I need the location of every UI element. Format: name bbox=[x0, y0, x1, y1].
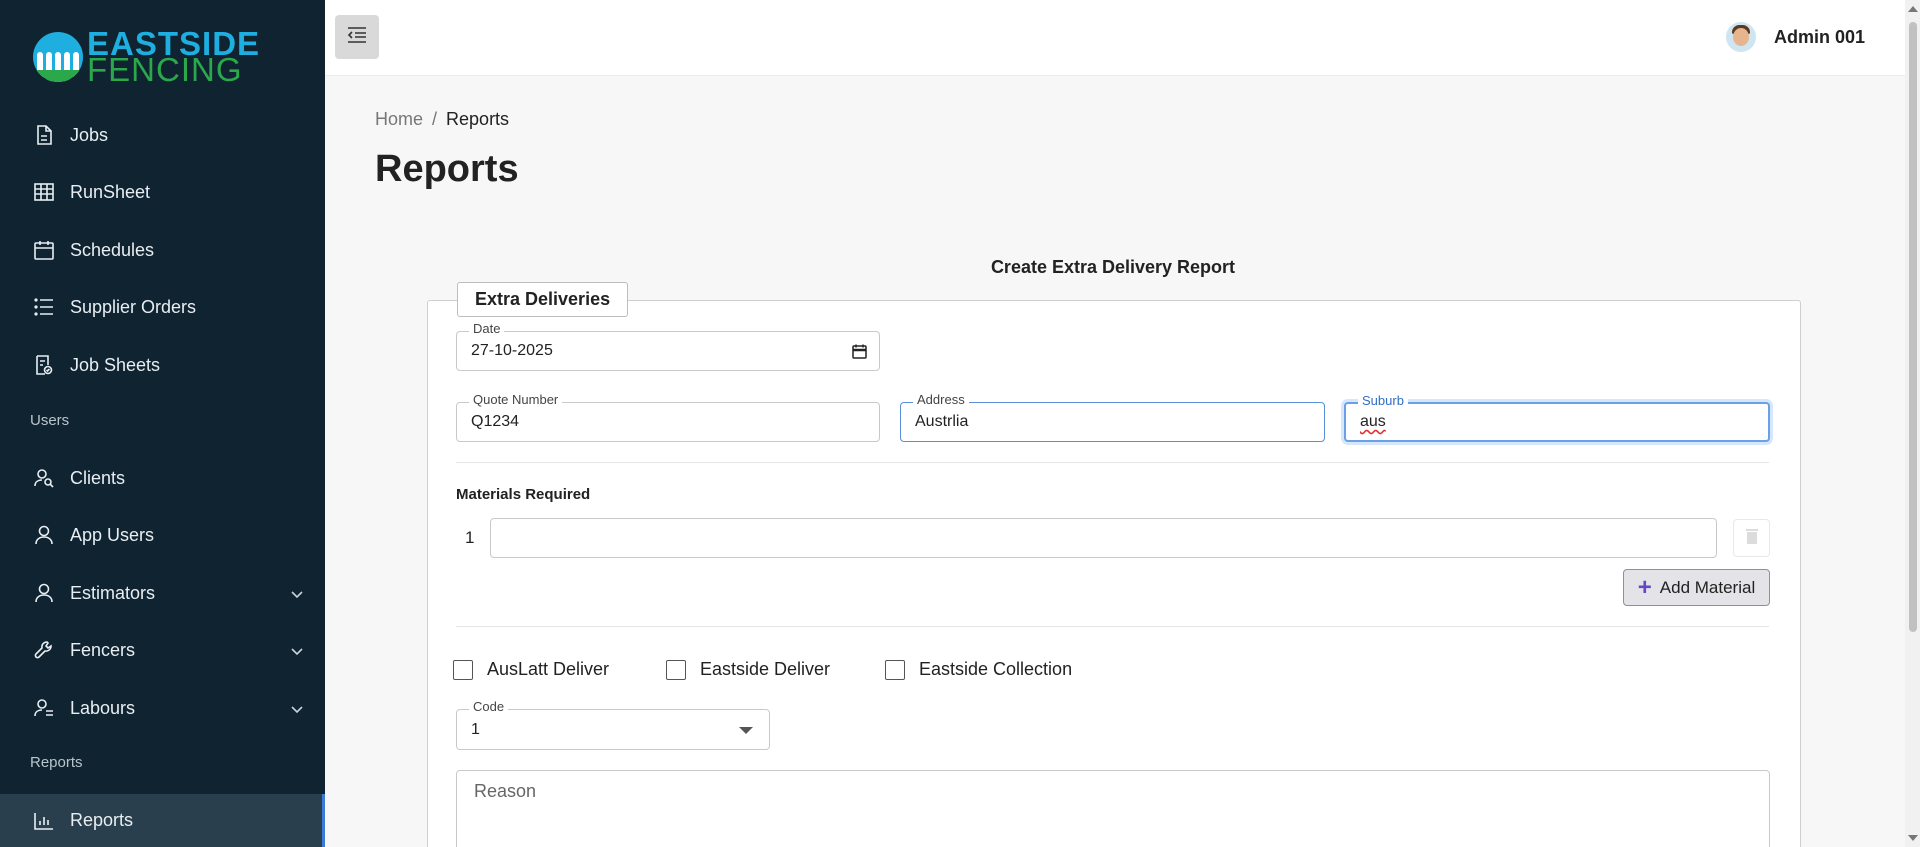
quote-number-label: Quote Number bbox=[469, 392, 563, 407]
user-menu[interactable]: Admin 001 bbox=[1725, 22, 1865, 52]
suburb-value: aus bbox=[1360, 413, 1386, 430]
divider bbox=[456, 626, 1769, 627]
address-value: Austrlia bbox=[915, 413, 969, 430]
trash-icon bbox=[1745, 528, 1758, 549]
calendar-icon bbox=[34, 240, 54, 260]
brand-line-2: FENCING bbox=[87, 51, 243, 88]
fence-logo-icon bbox=[33, 32, 83, 82]
section-reports-heading: Reports bbox=[30, 754, 83, 771]
sidebar-item-supplier-orders[interactable]: Supplier Orders bbox=[0, 281, 325, 333]
extra-deliveries-fieldset bbox=[427, 300, 1801, 847]
sidebar-item-clients[interactable]: Clients bbox=[0, 452, 325, 504]
sidebar-toggle-button[interactable] bbox=[335, 15, 379, 59]
auslatt-deliver-checkbox[interactable]: AusLatt Deliver bbox=[453, 659, 609, 680]
plus-icon: + bbox=[1637, 573, 1652, 601]
clients-icon bbox=[34, 468, 54, 488]
breadcrumb-separator: / bbox=[432, 109, 438, 129]
breadcrumb-home-link[interactable]: Home bbox=[375, 109, 423, 129]
suburb-field[interactable]: Suburb aus bbox=[1344, 393, 1770, 442]
sidebar-item-label: Supplier Orders bbox=[70, 296, 197, 317]
sidebar-item-fencers[interactable]: Fencers bbox=[0, 624, 325, 676]
sidebar-item-label: RunSheet bbox=[70, 181, 151, 202]
fieldset-legend: Extra Deliveries bbox=[457, 282, 629, 317]
date-label: Date bbox=[469, 321, 505, 336]
form-title: Create Extra Delivery Report bbox=[990, 257, 1236, 277]
sidebar-item-app-users[interactable]: App Users bbox=[0, 509, 325, 561]
checkbox-label: AusLatt Deliver bbox=[487, 659, 610, 679]
chevron-down-icon bbox=[291, 640, 303, 661]
reason-placeholder: Reason bbox=[474, 781, 537, 801]
caret-down-icon bbox=[739, 727, 753, 734]
section-users-heading: Users bbox=[30, 412, 70, 429]
grid-icon bbox=[34, 182, 54, 202]
quote-number-field[interactable]: Quote Number Q1234 bbox=[456, 392, 880, 442]
brand-logo[interactable]: EASTSIDE FENCING bbox=[33, 27, 260, 88]
date-field[interactable]: Date 27-10-2025 bbox=[456, 321, 880, 371]
document-icon bbox=[34, 125, 54, 145]
checkbox-label: Eastside Collection bbox=[919, 659, 1073, 679]
checkbox-box[interactable] bbox=[453, 659, 473, 680]
sidebar-item-label: Labours bbox=[70, 697, 136, 718]
code-value: 1 bbox=[471, 720, 480, 738]
sidebar-item-schedules[interactable]: Schedules bbox=[0, 224, 325, 276]
quote-number-value: Q1234 bbox=[471, 413, 520, 430]
sidebar-item-jobs[interactable]: Jobs bbox=[0, 109, 325, 161]
bar-chart-icon bbox=[34, 811, 54, 831]
sidebar-item-label: Fencers bbox=[70, 639, 136, 660]
breadcrumb: Home / Reports bbox=[375, 109, 509, 130]
sidebar-item-label: Jobs bbox=[70, 124, 109, 145]
delete-material-button[interactable] bbox=[1733, 519, 1770, 557]
checkbox-box[interactable] bbox=[666, 659, 686, 680]
checkbox-label: Eastside Deliver bbox=[700, 659, 831, 679]
eastside-deliver-checkbox[interactable]: Eastside Deliver bbox=[666, 659, 830, 680]
sidebar-item-runsheet[interactable]: RunSheet bbox=[0, 166, 325, 218]
suburb-label: Suburb bbox=[1358, 393, 1408, 408]
sidebar-item-reports[interactable]: Reports bbox=[0, 794, 325, 847]
checkbox-box[interactable] bbox=[885, 659, 905, 680]
sidebar-item-label: Schedules bbox=[70, 239, 155, 260]
reason-textarea[interactable]: Reason bbox=[456, 770, 1770, 847]
code-label: Code bbox=[469, 699, 509, 714]
user-icon bbox=[34, 583, 54, 603]
sidebar-item-label: Estimators bbox=[70, 582, 156, 603]
page-scrollbar[interactable] bbox=[1905, 0, 1920, 847]
chevron-down-icon bbox=[291, 583, 303, 604]
sidebar-item-job-sheets[interactable]: Job Sheets bbox=[0, 339, 325, 391]
wrench-icon bbox=[34, 640, 54, 660]
material-input[interactable] bbox=[490, 518, 1717, 558]
avatar bbox=[1725, 22, 1756, 52]
user-name: Admin 001 bbox=[1773, 26, 1865, 47]
chevron-down-icon bbox=[291, 698, 303, 719]
divider bbox=[456, 462, 1769, 463]
sidebar-item-estimators[interactable]: Estimators bbox=[0, 567, 325, 619]
sidebar-item-label: Clients bbox=[70, 467, 126, 488]
add-material-label: Add Material bbox=[1659, 577, 1756, 597]
add-material-button[interactable]: + Add Material bbox=[1623, 569, 1770, 606]
menu-collapse-icon bbox=[347, 26, 367, 48]
job-sheet-icon bbox=[34, 355, 54, 375]
list-icon bbox=[34, 297, 54, 317]
date-value: 27-10-2025 bbox=[471, 342, 553, 359]
sidebar-item-label: Reports bbox=[70, 810, 134, 830]
sidebar-item-labours[interactable]: Labours bbox=[0, 682, 325, 734]
sidebar-item-label: Job Sheets bbox=[70, 354, 161, 375]
code-select[interactable]: Code 1 bbox=[456, 699, 770, 750]
labour-icon bbox=[34, 698, 54, 718]
address-field[interactable]: Address Austrlia bbox=[900, 392, 1325, 442]
calendar-icon[interactable] bbox=[852, 344, 867, 364]
sidebar: EASTSIDE FENCING Jobs RunSheet Schedules… bbox=[0, 0, 325, 847]
materials-label: Materials Required bbox=[456, 486, 591, 503]
user-icon bbox=[34, 525, 54, 545]
sidebar-item-label: App Users bbox=[70, 524, 155, 545]
material-row-number: 1 bbox=[465, 528, 475, 547]
eastside-collection-checkbox[interactable]: Eastside Collection bbox=[885, 659, 1072, 680]
address-label: Address bbox=[913, 392, 969, 407]
page-title: Reports bbox=[375, 148, 519, 190]
breadcrumb-current: Reports bbox=[446, 109, 510, 129]
topbar: Admin 001 bbox=[325, 0, 1905, 76]
